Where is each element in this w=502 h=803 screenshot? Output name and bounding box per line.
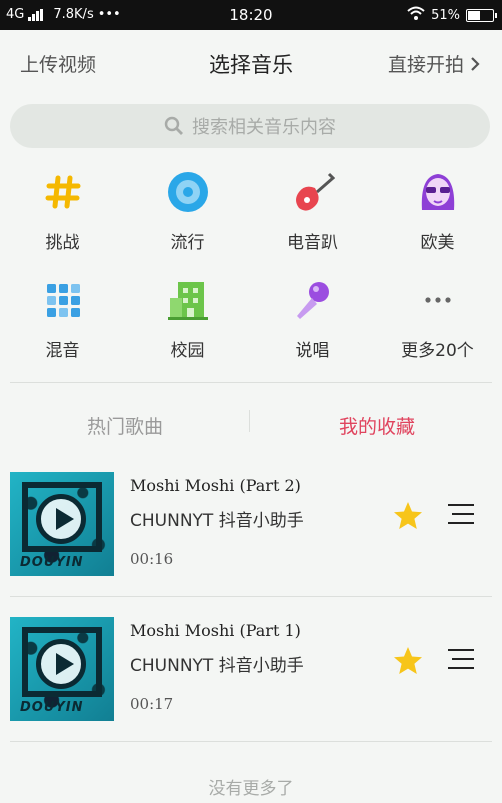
battery-icon <box>466 8 497 22</box>
favorite-star-icon[interactable] <box>392 645 424 677</box>
grid-squares-icon <box>41 278 85 322</box>
more-dots-icon <box>416 278 460 322</box>
music-tabs: 热门歌曲 我的收藏 <box>0 398 502 454</box>
more-menu-icon[interactable] <box>448 649 474 671</box>
category-pop[interactable]: 流行 <box>125 170 250 253</box>
battery-fill <box>468 10 480 20</box>
direct-shoot-button[interactable]: 直接开拍 <box>388 50 480 77</box>
cover-brand: DOUYIN <box>20 700 84 715</box>
category-label: 欧美 <box>420 233 455 253</box>
woman-sunglasses-icon <box>416 170 460 214</box>
song-title: Moshi Moshi (Part 1) <box>130 621 301 640</box>
category-label: 说唱 <box>295 341 330 361</box>
category-label: 流行 <box>170 233 205 253</box>
category-challenge[interactable]: 挑战 <box>0 170 125 253</box>
microphone-icon <box>291 278 335 322</box>
search-placeholder: 搜索相关音乐内容 <box>192 117 336 138</box>
tab-separator <box>249 410 250 432</box>
tab-my-favorites[interactable]: 我的收藏 <box>252 412 502 439</box>
song-duration: 00:16 <box>130 550 174 568</box>
divider <box>10 596 492 597</box>
category-label: 校园 <box>170 341 205 361</box>
tab-hot-songs[interactable]: 热门歌曲 <box>0 412 250 439</box>
favorite-star-icon[interactable] <box>392 500 424 532</box>
cover-brand: DOUYIN <box>20 555 84 570</box>
vinyl-disc-icon <box>166 170 210 214</box>
header: 上传视频 选择音乐 直接开拍 <box>0 30 502 92</box>
song-duration: 00:17 <box>130 695 174 713</box>
wifi-icon <box>407 6 425 24</box>
direct-shoot-label: 直接开拍 <box>387 54 464 76</box>
song-artist: CHUNNYT 抖音小助手 <box>130 656 304 676</box>
play-icon[interactable] <box>36 639 86 689</box>
play-icon[interactable] <box>36 494 86 544</box>
category-campus[interactable]: 校园 <box>125 278 250 361</box>
category-label: 更多20个 <box>401 341 474 361</box>
search-bar[interactable]: 搜索相关音乐内容 <box>10 104 490 148</box>
song-item[interactable]: DOUYIN Moshi Moshi (Part 2) CHUNNYT 抖音小助… <box>0 464 502 582</box>
song-title: Moshi Moshi (Part 2) <box>130 476 301 495</box>
category-label: 挑战 <box>45 233 80 253</box>
album-cover[interactable]: DOUYIN <box>10 472 114 576</box>
upload-video-button[interactable]: 上传视频 <box>20 50 96 77</box>
category-remix[interactable]: 混音 <box>0 278 125 361</box>
status-right: 51% <box>407 6 497 24</box>
search-icon <box>164 116 183 135</box>
category-label: 混音 <box>45 341 80 361</box>
category-label: 电音趴 <box>287 233 338 253</box>
electric-guitar-icon <box>291 170 335 214</box>
album-cover[interactable]: DOUYIN <box>10 617 114 721</box>
more-menu-icon[interactable] <box>448 504 474 526</box>
divider <box>10 382 492 383</box>
category-electronic[interactable]: 电音趴 <box>250 170 375 253</box>
chevron-right-icon <box>471 56 480 71</box>
divider <box>10 741 492 742</box>
category-more[interactable]: 更多20个 <box>375 278 500 361</box>
hashtag-icon <box>41 170 85 214</box>
battery-percent: 51% <box>431 7 460 23</box>
song-item[interactable]: DOUYIN Moshi Moshi (Part 1) CHUNNYT 抖音小助… <box>0 609 502 727</box>
no-more-text: 没有更多了 <box>208 779 294 799</box>
song-artist: CHUNNYT 抖音小助手 <box>130 511 304 531</box>
school-building-icon <box>166 278 210 322</box>
status-bar: 4G 7.8K/s ••• 18:20 51% <box>0 0 502 30</box>
category-rap[interactable]: 说唱 <box>250 278 375 361</box>
category-western[interactable]: 欧美 <box>375 170 500 253</box>
